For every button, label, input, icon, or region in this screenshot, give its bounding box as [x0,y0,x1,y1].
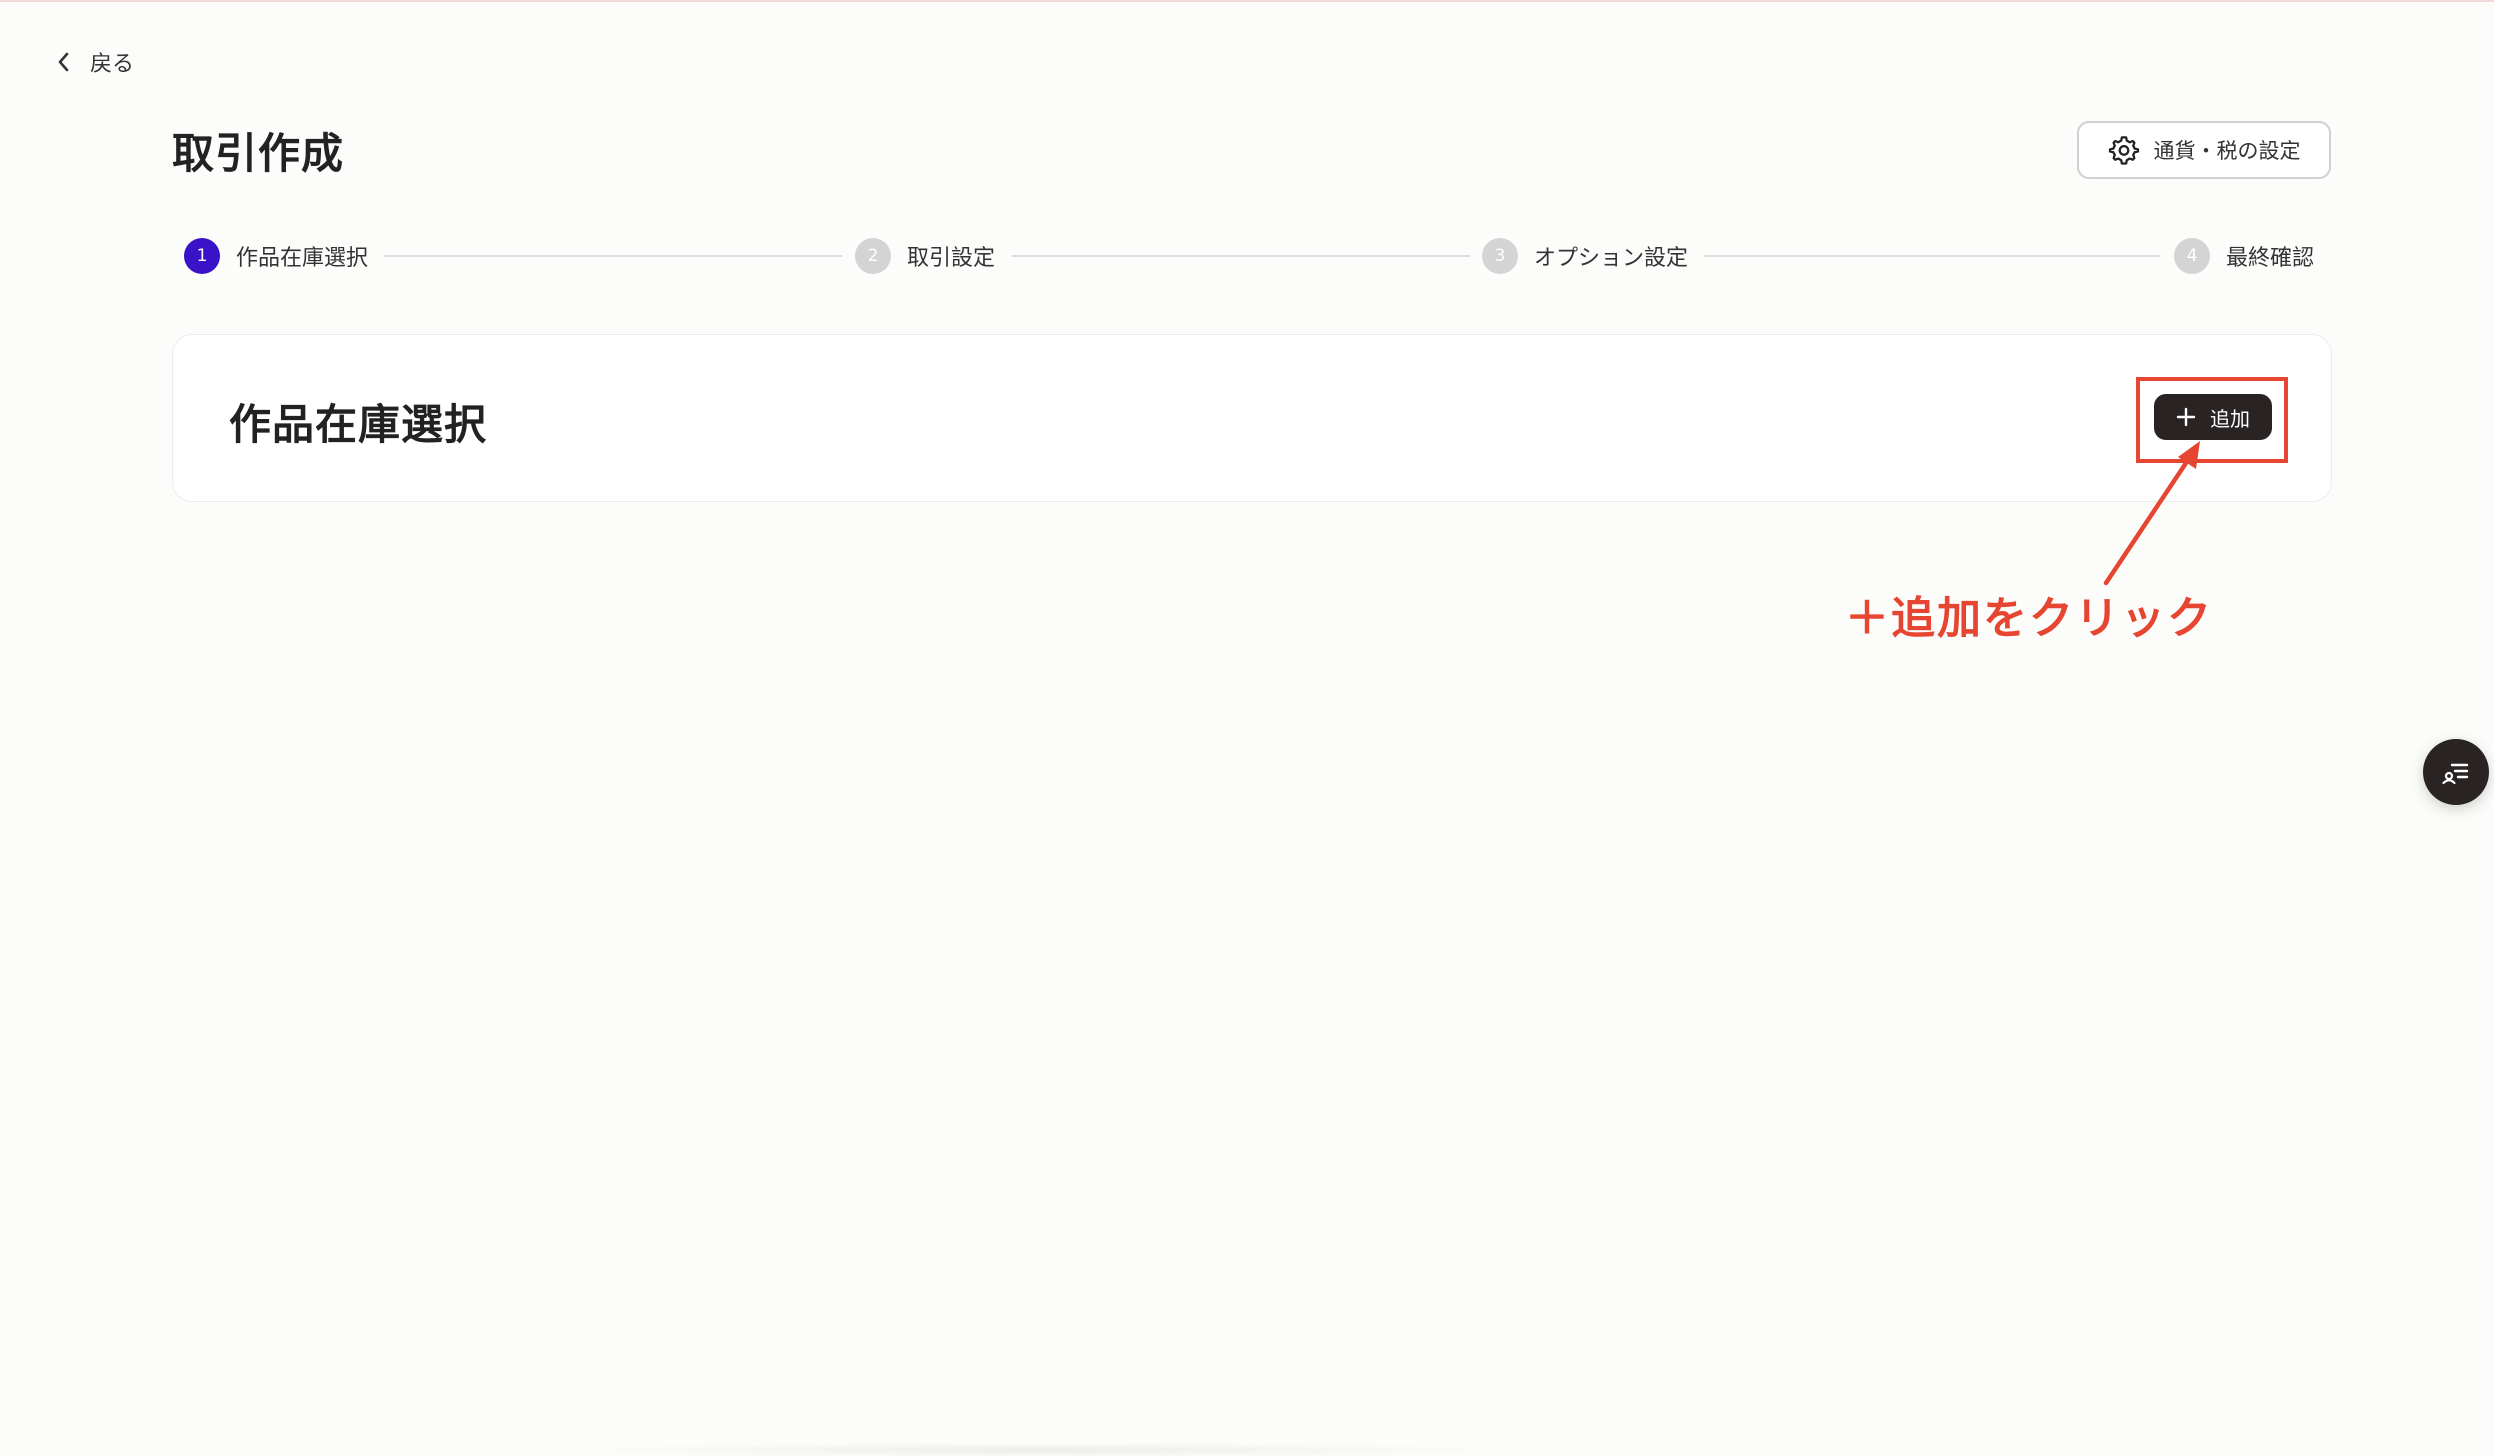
step-label: オプション設定 [1534,246,1689,271]
step-2: 2 取引設定 [855,236,995,276]
annotation-text: ＋追加をクリック [1845,593,2213,644]
step-number: 1 [184,238,220,274]
step-number: 3 [1482,238,1518,274]
card-title: 作品在庫選択 [229,400,488,449]
page-title: 取引作成 [172,129,345,178]
step-label: 作品在庫選択 [236,246,369,271]
settings-label: 通貨・税の設定 [2153,139,2301,163]
step-label: 取引設定 [907,246,996,271]
list-user-icon [2442,763,2469,785]
step-number: 2 [855,238,891,274]
step-1: 1 作品在庫選択 [184,236,368,276]
chevron-left-icon [58,52,69,72]
bottom-shadow [560,1442,1520,1456]
step-connector [1012,255,1470,257]
stepper: 1 作品在庫選択 2 取引設定 3 オプション設定 4 最終確認 [184,236,2318,276]
back-label: 戻る [90,52,135,77]
step-4: 4 最終確認 [2174,236,2314,276]
step-3: 3 オプション設定 [1482,236,1688,276]
floating-action-button[interactable] [2423,739,2489,805]
annotation-arrow [2103,441,2200,586]
currency-tax-settings-button[interactable]: 通貨・税の設定 [2077,121,2331,179]
step-number: 4 [2174,238,2210,274]
inventory-selection-card: 作品在庫選択 追加 [172,334,2332,502]
step-label: 最終確認 [2226,246,2315,271]
gear-icon [2108,136,2139,165]
back-link[interactable]: 戻る [56,44,134,80]
step-connector [384,255,842,257]
page: 戻る 取引作成 通貨・税の設定 1 作品在庫選択 2 取引設定 3 オプション設… [0,0,2494,1456]
step-connector [1704,255,2160,257]
